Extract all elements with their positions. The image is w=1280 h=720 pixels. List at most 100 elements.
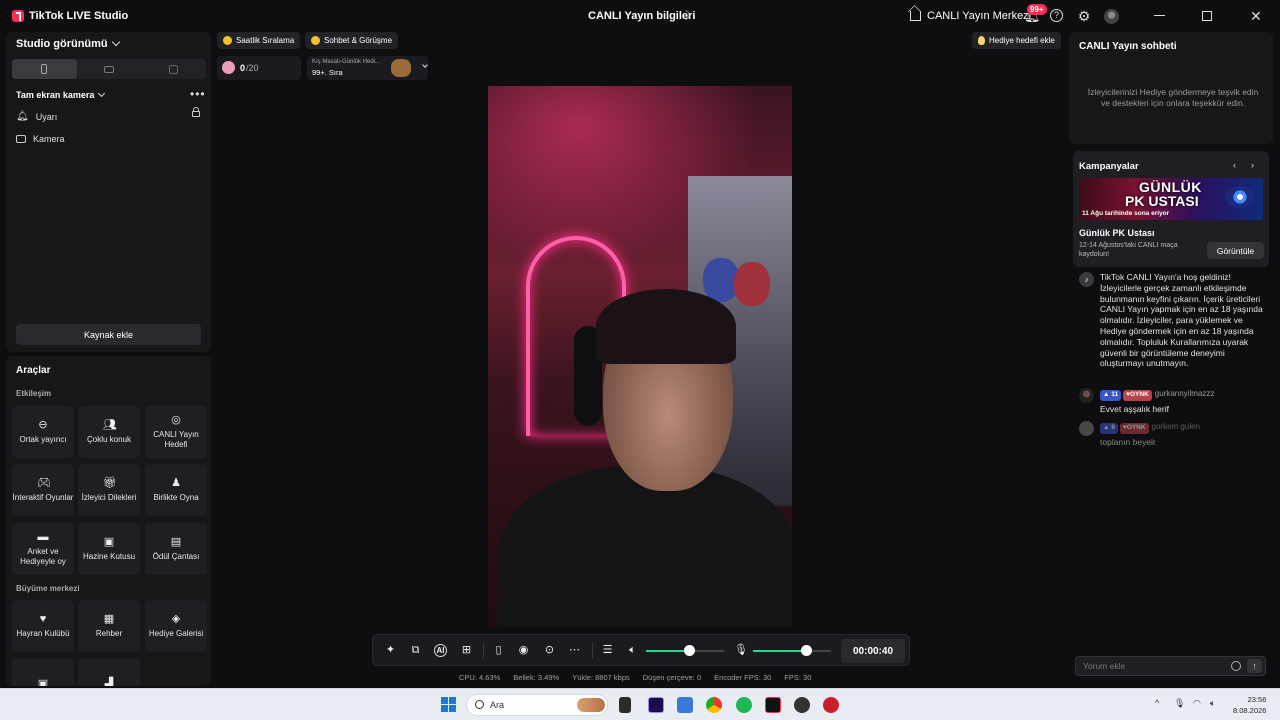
minimize-icon[interactable]: [1154, 15, 1165, 16]
tile-viewer-wishes[interactable]: 🎁︎ İzleyici Dilekleri: [78, 464, 140, 516]
tiktok-studio-icon[interactable]: [765, 697, 781, 713]
live-hub-button[interactable]: CANLI Yayın Merkezi: [910, 10, 1031, 22]
source-item-camera[interactable]: Kamera: [16, 134, 65, 144]
settings-sliders-icon[interactable]: ☰: [601, 644, 614, 657]
gift-goal-counter[interactable]: 0 /20: [217, 56, 301, 80]
tile-stats[interactable]: ▟: [78, 658, 140, 686]
live-timer: 00:00:40: [841, 639, 905, 663]
tile-calendar[interactable]: ▣: [12, 658, 74, 686]
chat-message[interactable]: ▲ 11 ♥OYNK gurkannyilmazzz Evvet aşşalık h…: [1079, 388, 1264, 415]
tile-interactive-games[interactable]: 🎮︎ İnteraktif Oyunlar: [12, 464, 74, 516]
camera-icon: [16, 135, 26, 143]
message-text: toplanın beyelr: [1100, 436, 1156, 447]
ranking-box[interactable]: Kış Masalı-Günlük Hedi... 99+. Sıra: [307, 56, 428, 80]
tile-gift-gallery[interactable]: ◈ Hediye Galerisi: [145, 600, 207, 652]
tile-treasure-box[interactable]: ▣ Hazine Kutusu: [78, 523, 140, 575]
tile-co-host[interactable]: ⊖ Ortak yayıncı: [12, 406, 74, 458]
wifi-icon[interactable]: ◠: [1193, 698, 1201, 709]
tile-fan-club[interactable]: ♥ Hayran Kulübü: [12, 600, 74, 652]
capture-icon[interactable]: ⊙: [543, 644, 556, 657]
after-effects-icon[interactable]: [648, 697, 664, 713]
username[interactable]: gurkannyilmazzz: [1155, 389, 1215, 398]
search-label: Ara: [490, 700, 505, 710]
mail-icon[interactable]: [677, 697, 693, 713]
orientation-switcher: [12, 59, 206, 79]
volume-knob[interactable]: [683, 645, 695, 656]
mic-knob[interactable]: [801, 645, 813, 656]
more-options-icon[interactable]: •••: [190, 87, 206, 101]
emoji-icon[interactable]: [1231, 661, 1241, 671]
comment-input[interactable]: Yorum ekle ↑: [1075, 656, 1266, 676]
tile-live-goal[interactable]: ◎ CANLI Yayın Hedefi: [145, 406, 207, 458]
notification-badge: 99+: [1027, 4, 1047, 15]
performance-stats: CPU: 4.63% Bellek: 3.49% Yükle: 8807 kbp…: [459, 673, 811, 682]
phone-icon[interactable]: ▯: [492, 644, 505, 657]
mic-slider[interactable]: [753, 650, 831, 652]
chrome-icon[interactable]: [706, 697, 722, 713]
avatar[interactable]: [1079, 388, 1094, 403]
campaign-subtitle: 12-14 Ağustos'taki CANLI maça kaydolun!: [1079, 242, 1178, 258]
microphone-icon[interactable]: 🎙︎: [1174, 698, 1185, 709]
tile-guide[interactable]: ▦ Rehber: [78, 600, 140, 652]
system-clock[interactable]: 23:56 8.08.2026: [1233, 694, 1266, 716]
microphone-icon[interactable]: 🎙︎: [734, 644, 748, 657]
chevron-up-icon[interactable]: ^: [1155, 698, 1159, 708]
app-red-icon[interactable]: [823, 697, 839, 713]
magic-wand-icon[interactable]: ✦: [384, 644, 397, 657]
gear-icon[interactable]: ⚙: [1077, 9, 1091, 23]
view-campaign-button[interactable]: Görüntüle: [1207, 242, 1264, 259]
stat-fps: FPS: 30: [784, 673, 812, 682]
hourly-ranking-chip[interactable]: Saatlik Sıralama: [217, 32, 301, 49]
ai-icon[interactable]: AI: [434, 644, 447, 657]
bag-icon: ▤: [170, 536, 182, 548]
help-icon[interactable]: ?: [1050, 9, 1063, 22]
chat-message[interactable]: ▲ 9 ♥OYNK gorkem gulen toplanın beyelr: [1079, 421, 1264, 448]
goal-current: 0: [240, 63, 246, 73]
add-gift-goal-button[interactable]: Hediye hedefi ekle: [972, 32, 1061, 49]
chevron-left-icon[interactable]: ‹: [1233, 160, 1236, 170]
windows-start-icon[interactable]: [441, 697, 456, 712]
tools-title: Araçlar: [16, 365, 51, 376]
chevron-down-icon: [111, 37, 120, 47]
username[interactable]: gorkem gulen: [1152, 422, 1200, 431]
tile-play-together[interactable]: ♟ Birlikte Oyna: [145, 464, 207, 516]
tile-multi-guest[interactable]: 👥︎ Çoklu konuk: [78, 406, 140, 458]
fan-tag: ♥OYNK: [1119, 423, 1149, 434]
target-icon: ◎: [171, 414, 181, 426]
spotify-icon[interactable]: [736, 697, 752, 713]
more-icon[interactable]: ⋯: [568, 644, 581, 657]
task-view-icon[interactable]: [619, 697, 631, 713]
send-icon[interactable]: ↑: [1247, 659, 1262, 673]
lock-icon[interactable]: [192, 107, 200, 117]
tile-poll[interactable]: ▬ Anket ve Hediyeyle oy: [12, 523, 74, 575]
record-icon[interactable]: ◉: [517, 644, 530, 657]
speaker-icon[interactable]: 🔈︎: [626, 644, 639, 657]
source-item-alert[interactable]: 🔔︎ Uyarı: [16, 111, 57, 122]
campaign-banner[interactable]: GÜNLÜK PK USTASI 11 Ağu tarihinde sona e…: [1079, 178, 1263, 220]
add-source-button[interactable]: Kaynak ekle: [16, 324, 201, 345]
rank-title: Kış Masalı-Günlük Hedi...: [312, 59, 381, 65]
gamepad-icon: 🎮︎: [37, 477, 51, 489]
taskbar-search[interactable]: Ara: [466, 694, 608, 716]
avatar[interactable]: [1079, 421, 1094, 436]
avatar[interactable]: [1104, 9, 1119, 24]
portrait-mode-button[interactable]: [12, 59, 77, 79]
studio-view-dropdown[interactable]: Studio görünümü: [16, 37, 120, 50]
chat-call-chip[interactable]: Sohbet & Görüşme: [305, 32, 399, 49]
speaker-icon[interactable]: 🔈︎: [1210, 698, 1215, 709]
close-icon[interactable]: ✕: [1250, 8, 1262, 25]
effects-icon[interactable]: ⧉: [409, 644, 422, 657]
landscape-mode-button[interactable]: [77, 59, 142, 79]
tile-reward-bag[interactable]: ▤ Ödül Çantası: [145, 523, 207, 575]
maximize-icon[interactable]: [1202, 11, 1212, 21]
scene-dropdown[interactable]: Tam ekran kamera: [16, 89, 106, 100]
chevron-right-icon[interactable]: ›: [1251, 160, 1254, 170]
dual-mode-button[interactable]: [141, 59, 206, 79]
app-icon[interactable]: [794, 697, 810, 713]
screen-add-icon[interactable]: ⊞: [460, 644, 473, 657]
live-info-title[interactable]: CANLI Yayın bilgileri: [588, 10, 695, 22]
stat-cpu: CPU: 4.63%: [459, 673, 501, 682]
book-icon: ▦: [103, 613, 115, 625]
campaign-name: Günlük PK Ustası: [1079, 228, 1155, 238]
section-growth: Büyüme merkezi: [16, 584, 80, 593]
